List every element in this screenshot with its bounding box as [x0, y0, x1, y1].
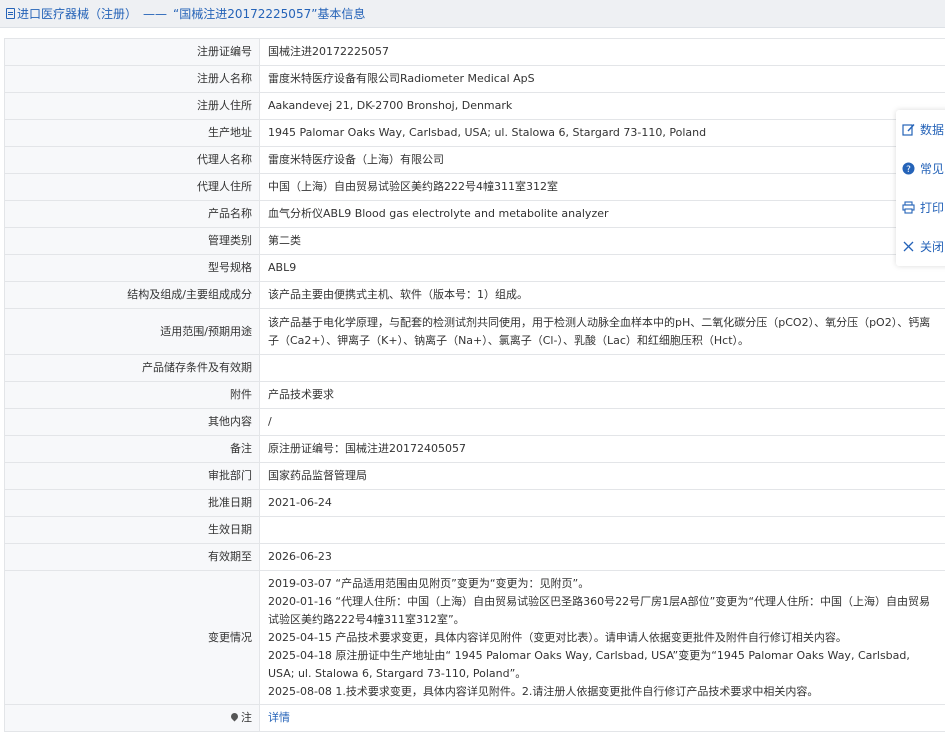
header-separator: —— — [143, 6, 168, 21]
row-label: 型号规格 — [4, 254, 260, 282]
row-value: 雷度米特医疗设备有限公司Radiometer Medical ApS — [259, 65, 945, 93]
table-row: 代理人住所 中国（上海）自由贸易试验区美约路222号4幢311室312室 — [4, 173, 945, 201]
svg-text:?: ? — [906, 165, 911, 175]
row-value: 国械注进20172225057 — [259, 38, 945, 66]
table-row: 型号规格 ABL9 — [4, 254, 945, 282]
table-row: 备注 原注册证编号：国械注进20172405057 — [4, 435, 945, 463]
row-value: 中国（上海）自由贸易试验区美约路222号4幢311室312室 — [259, 173, 945, 201]
row-label: 其他内容 — [4, 408, 260, 436]
document-icon — [6, 8, 15, 19]
table-row: 产品储存条件及有效期 — [4, 354, 945, 382]
change-entry: 2020-01-16 “代理人住所：中国（上海）自由贸易试验区巴圣路360号22… — [268, 594, 931, 626]
row-label: 结构及组成/主要组成成分 — [4, 281, 260, 309]
row-value: ABL9 — [259, 254, 945, 282]
side-item-close[interactable]: 关闭 — [896, 227, 945, 266]
change-entry: 2025-04-15 产品技术要求变更，具体内容详见附件（变更对比表）。请申请人… — [268, 630, 847, 644]
row-label: 适用范围/预期用途 — [4, 308, 260, 355]
row-label: 备注 — [4, 435, 260, 463]
row-label: 附件 — [4, 381, 260, 409]
row-value — [259, 516, 945, 544]
table-row: 管理类别 第二类 — [4, 227, 945, 255]
table-row: 注册人住所 Aakandevej 21, DK-2700 Bronshoj, D… — [4, 92, 945, 120]
row-label: 审批部门 — [4, 462, 260, 490]
side-item-label: 关闭 — [920, 240, 945, 254]
change-entry: 2019-03-07 “产品适用范围由见附页”变更为“变更为：见附页”。 — [268, 576, 590, 590]
table-row: 适用范围/预期用途 该产品基于电化学原理，与配套的检测试剂共同使用，用于检测人动… — [4, 308, 945, 355]
table-row-changes: 变更情况 2019-03-07 “产品适用范围由见附页”变更为“变更为：见附页”… — [4, 570, 945, 705]
table-row: 代理人名称 雷度米特医疗设备（上海）有限公司 — [4, 146, 945, 174]
row-value: 国家药品监督管理局 — [259, 462, 945, 490]
row-value: Aakandevej 21, DK-2700 Bronshoj, Denmark — [259, 92, 945, 120]
row-value: 2026-06-23 — [259, 543, 945, 571]
row-value: 该产品基于电化学原理，与配套的检测试剂共同使用，用于检测人动脉全血样本中的pH、… — [259, 308, 945, 355]
note-value-cell: 详情 — [259, 704, 945, 732]
change-entry: 2025-08-08 1.技术要求变更，具体内容详见附件。2.请注册人依据变更批… — [268, 684, 819, 698]
side-item-label: 数据 — [920, 123, 945, 137]
side-item-data[interactable]: 数据 — [896, 110, 945, 149]
table-row-note: 注 详情 — [4, 704, 945, 732]
changes-list: 2019-03-07 “产品适用范围由见附页”变更为“变更为：见附页”。 202… — [259, 570, 945, 705]
table-row: 审批部门 国家药品监督管理局 — [4, 462, 945, 490]
details-link[interactable]: 详情 — [268, 711, 290, 724]
row-value: 2021-06-24 — [259, 489, 945, 517]
table-row: 附件 产品技术要求 — [4, 381, 945, 409]
pin-icon — [229, 711, 240, 722]
side-item-faq[interactable]: ? 常见 — [896, 149, 945, 188]
row-value: 1945 Palomar Oaks Way, Carlsbad, USA; ul… — [259, 119, 945, 147]
row-value: / — [259, 408, 945, 436]
table-row: 产品名称 血气分析仪ABL9 Blood gas electrolyte and… — [4, 200, 945, 228]
row-label: 生产地址 — [4, 119, 260, 147]
page-header: 进口医疗器械（注册） —— “国械注进20172225057”基本信息 — [0, 0, 945, 28]
table-row: 批准日期 2021-06-24 — [4, 489, 945, 517]
info-table: 注册证编号 国械注进20172225057 注册人名称 雷度米特医疗设备有限公司… — [4, 38, 945, 732]
table-row: 结构及组成/主要组成成分 该产品主要由便携式主机、软件（版本号：1）组成。 — [4, 281, 945, 309]
row-label: 代理人名称 — [4, 146, 260, 174]
question-icon: ? — [902, 162, 915, 175]
table-row: 其他内容 / — [4, 408, 945, 436]
table-row: 注册证编号 国械注进20172225057 — [4, 38, 945, 66]
row-label: 注册证编号 — [4, 38, 260, 66]
table-row: 有效期至 2026-06-23 — [4, 543, 945, 571]
row-label: 管理类别 — [4, 227, 260, 255]
row-value — [259, 354, 945, 382]
note-label: 注 — [241, 711, 252, 724]
row-value: 血气分析仪ABL9 Blood gas electrolyte and meta… — [259, 200, 945, 228]
row-label: 产品名称 — [4, 200, 260, 228]
row-label: 生效日期 — [4, 516, 260, 544]
row-label: 代理人住所 — [4, 173, 260, 201]
row-value: 雷度米特医疗设备（上海）有限公司 — [259, 146, 945, 174]
row-label: 注册人住所 — [4, 92, 260, 120]
printer-icon — [902, 201, 915, 214]
table-row: 生产地址 1945 Palomar Oaks Way, Carlsbad, US… — [4, 119, 945, 147]
side-toolbar: 数据 ? 常见 打印 关闭 — [896, 110, 945, 266]
close-icon — [902, 240, 915, 253]
row-value: 原注册证编号：国械注进20172405057 — [259, 435, 945, 463]
table-row: 生效日期 — [4, 516, 945, 544]
row-value: 该产品主要由便携式主机、软件（版本号：1）组成。 — [259, 281, 945, 309]
row-label: 产品储存条件及有效期 — [4, 354, 260, 382]
row-label: 批准日期 — [4, 489, 260, 517]
row-value: 第二类 — [259, 227, 945, 255]
table-row: 注册人名称 雷度米特医疗设备有限公司Radiometer Medical ApS — [4, 65, 945, 93]
side-item-label: 打印 — [920, 201, 945, 215]
changes-label: 变更情况 — [4, 570, 260, 705]
row-label: 注册人名称 — [4, 65, 260, 93]
header-section: 进口医疗器械（注册） — [17, 7, 138, 21]
change-entry: 2025-04-18 原注册证中生产地址由“ 1945 Palomar Oaks… — [268, 648, 910, 680]
edit-icon — [902, 123, 915, 136]
header-record-title: “国械注进20172225057”基本信息 — [173, 7, 366, 21]
note-label-cell: 注 — [4, 704, 260, 732]
side-item-label: 常见 — [920, 162, 945, 176]
side-item-print[interactable]: 打印 — [896, 188, 945, 227]
row-label: 有效期至 — [4, 543, 260, 571]
row-value: 产品技术要求 — [259, 381, 945, 409]
